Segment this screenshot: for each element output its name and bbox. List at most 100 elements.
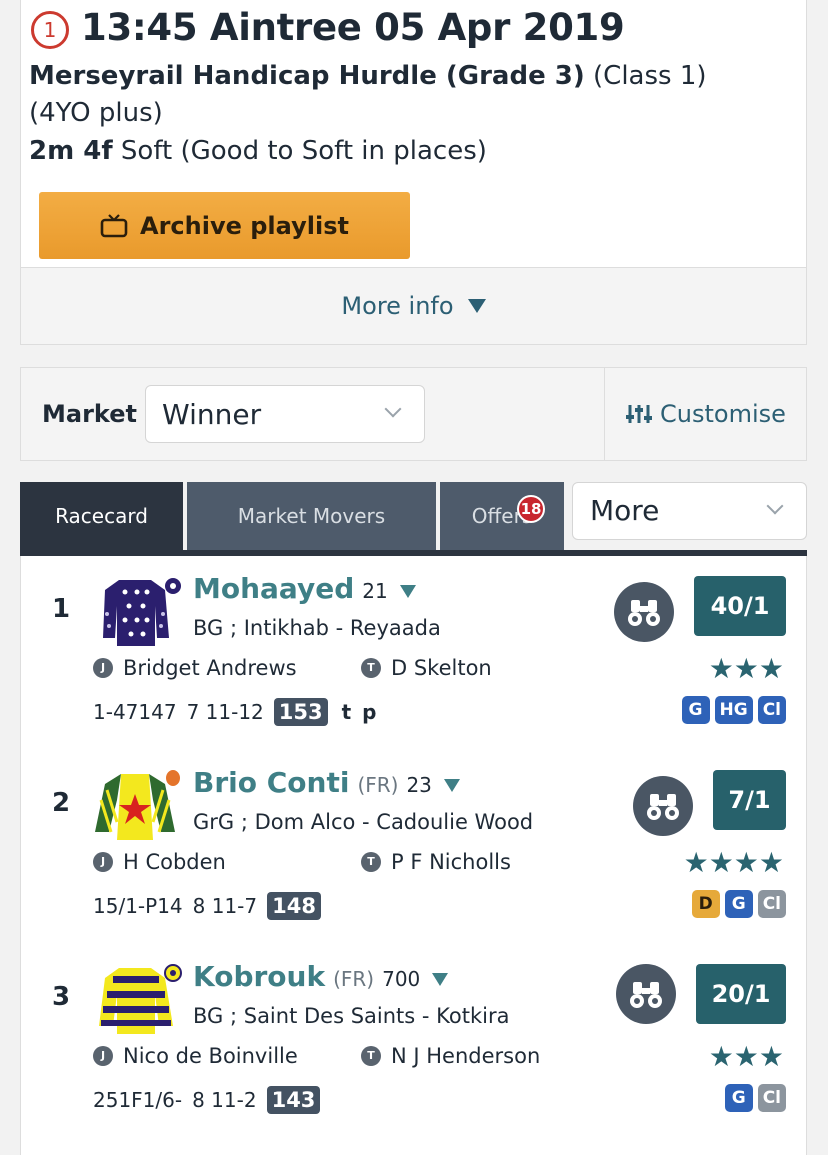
jockey-icon: J: [93, 852, 113, 872]
form-row: 1-47147 7 11-12 153 t p: [93, 698, 378, 726]
days-since-run: 21: [362, 579, 388, 603]
odds-button[interactable]: 40/1: [694, 576, 786, 636]
race-name: Merseyrail Handicap Hurdle (Grade 3) (Cl…: [29, 58, 769, 132]
jockey: J Bridget Andrews: [93, 656, 297, 680]
horse-name[interactable]: Mohaayed: [193, 572, 354, 605]
race-title: 13:45 Aintree 05 Apr 2019: [81, 6, 625, 49]
horse-breeding: BG ; Saint Des Saints - Kotkira: [193, 1004, 510, 1028]
odds-button[interactable]: 20/1: [696, 964, 786, 1024]
trainer: T D Skelton: [361, 656, 492, 680]
more-info-toggle[interactable]: More info: [20, 267, 807, 345]
jockey-icon: J: [93, 658, 113, 678]
horse-line: Brio Conti (FR) 23: [193, 766, 460, 799]
more-info-label: More info: [341, 292, 454, 320]
race-number-badge: 1: [31, 11, 69, 49]
badge-cl[interactable]: Cl: [757, 1084, 786, 1112]
runner-row[interactable]: 2 Brio Conti (FR) 23 GrG ; Dom Alco - Ca…: [20, 750, 807, 945]
badge-hg[interactable]: HG: [714, 696, 753, 724]
age-weight: 7 11-12: [186, 700, 264, 724]
expand-caret-icon[interactable]: [443, 779, 460, 792]
horse-country: (FR): [333, 967, 375, 991]
badge-d[interactable]: D: [691, 890, 720, 918]
horse-line: Mohaayed 21: [193, 572, 416, 605]
customise-button[interactable]: Customise: [604, 368, 807, 460]
days-since-run: 700: [382, 967, 421, 991]
tv-icon: [100, 213, 128, 237]
racecard-tabs: Racecard Market Movers Offers 18 More: [20, 482, 807, 556]
star-rating: ★★★: [708, 652, 784, 685]
race-header: 1 13:45 Aintree 05 Apr 2019 Merseyrail H…: [20, 0, 807, 268]
horse-name[interactable]: Kobrouk: [193, 960, 325, 993]
jockey-silks-icon: [95, 770, 180, 840]
binoculars-icon: [647, 794, 679, 820]
race-distance: 2m 4f: [29, 136, 113, 166]
binoculars-button[interactable]: [616, 964, 676, 1024]
form-row: 251F1/6- 8 11-2 143: [93, 1086, 321, 1114]
trainer-icon: T: [361, 1046, 381, 1066]
triangle-down-icon: [467, 299, 486, 313]
runner-row[interactable]: 1 Mohaayed 21 BG ; Intikhab - Reyaada J …: [20, 556, 807, 751]
form-figures: 15/1-P14: [93, 894, 183, 918]
expand-caret-icon[interactable]: [399, 585, 416, 598]
jockey-icon: J: [93, 1046, 113, 1066]
more-select[interactable]: More: [572, 482, 807, 540]
tab-racecard[interactable]: Racecard: [20, 482, 183, 550]
badge-g[interactable]: G: [724, 890, 753, 918]
tab-market-movers[interactable]: Market Movers: [187, 482, 436, 550]
trainer-icon: T: [361, 658, 381, 678]
horse-line: Kobrouk (FR) 700: [193, 960, 449, 993]
runner-number: 2: [52, 788, 71, 818]
official-rating: 153: [273, 698, 328, 726]
expand-caret-icon[interactable]: [432, 973, 449, 986]
official-rating: 148: [267, 892, 321, 920]
offers-count-badge: 18: [517, 495, 545, 523]
horse-country: (FR): [357, 773, 399, 797]
race-name-bold: Merseyrail Handicap Hurdle (Grade 3): [29, 61, 585, 91]
more-select-value: More: [590, 494, 660, 527]
trainer: T P F Nicholls: [361, 850, 511, 874]
race-going-text: Soft (Good to Soft in places): [112, 136, 487, 166]
tab-offers[interactable]: Offers 18: [440, 482, 564, 550]
market-bar: Market Winner Customise: [20, 367, 807, 461]
trainer-name: N J Henderson: [391, 1044, 541, 1068]
badge-cl[interactable]: Cl: [757, 890, 786, 918]
archive-playlist-button[interactable]: Archive playlist: [39, 192, 410, 259]
archive-playlist-label: Archive playlist: [140, 211, 349, 240]
binoculars-button[interactable]: [614, 582, 674, 642]
badge-g[interactable]: G: [681, 696, 710, 724]
customise-label: Customise: [660, 400, 786, 428]
horse-name[interactable]: Brio Conti: [193, 766, 349, 799]
market-select[interactable]: Winner: [145, 385, 425, 443]
age-weight: 8 11-7: [192, 894, 258, 918]
sliders-icon: [626, 405, 653, 423]
trainer-name: D Skelton: [391, 656, 492, 680]
jockey-silks-icon: [99, 964, 182, 1034]
stats-badges: D G Cl: [691, 890, 786, 918]
days-since-run: 23: [406, 773, 432, 797]
age-weight: 8 11-2: [192, 1088, 257, 1112]
stats-badges: G HG Cl: [681, 696, 786, 724]
binoculars-icon: [628, 600, 660, 626]
runner-number: 3: [52, 982, 71, 1012]
star-rating: ★★★: [708, 1040, 784, 1073]
jockey-name: Bridget Andrews: [123, 656, 297, 680]
form-row: 15/1-P14 8 11-7 148: [93, 892, 321, 920]
jockey-name: H Cobden: [123, 850, 226, 874]
race-going: 2m 4f Soft (Good to Soft in places): [29, 136, 487, 166]
runner-row[interactable]: 3 Kobrouk (FR) 700 BG ; Saint Des Saints…: [20, 944, 807, 1139]
form-figures: 251F1/6-: [93, 1088, 183, 1112]
badge-cl[interactable]: Cl: [757, 696, 786, 724]
runner-number: 1: [52, 594, 71, 624]
binoculars-button[interactable]: [633, 776, 693, 836]
star-rating: ★★★★: [683, 846, 784, 879]
jockey-silks-icon: [103, 578, 181, 646]
jockey-name: Nico de Boinville: [123, 1044, 298, 1068]
chevron-down-icon: [766, 497, 784, 515]
runner-row[interactable]: [20, 1138, 807, 1155]
badge-g[interactable]: G: [724, 1084, 753, 1112]
jockey: J Nico de Boinville: [93, 1044, 298, 1068]
stats-badges: G Cl: [724, 1084, 786, 1112]
odds-button[interactable]: 7/1: [713, 770, 786, 830]
jockey: J H Cobden: [93, 850, 226, 874]
trainer-icon: T: [361, 852, 381, 872]
